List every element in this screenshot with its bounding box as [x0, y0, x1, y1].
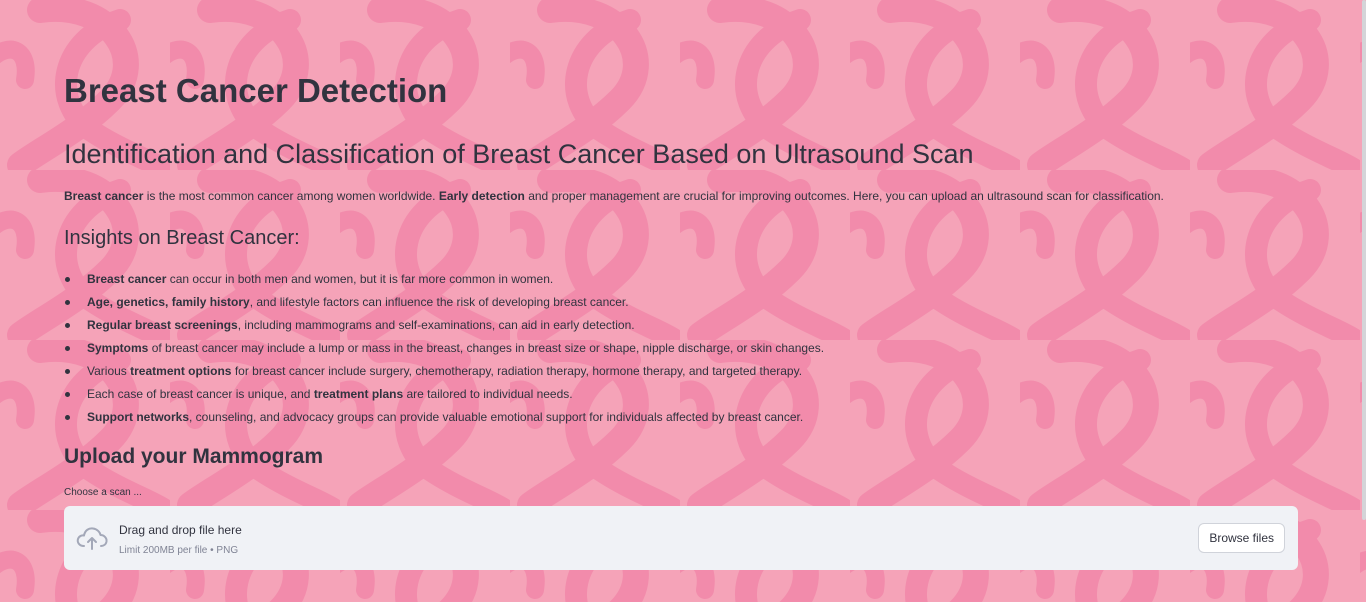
file-dropzone[interactable]: Drag and drop file here Limit 200MB per … [64, 506, 1298, 570]
cloud-upload-icon [76, 527, 108, 550]
insights-heading: Insights on Breast Cancer: [64, 227, 300, 249]
page-title: Breast Cancer Detection [64, 72, 448, 109]
browse-files-button[interactable]: Browse files [1198, 523, 1285, 553]
item-bold: treatment options [130, 364, 232, 378]
intro-text-1: is the most common cancer among women wo… [143, 189, 439, 203]
item-text: are tailored to individual needs. [403, 387, 573, 401]
item-text: , including mammograms and self-examinat… [237, 318, 635, 332]
upload-heading: Upload your Mammogram [64, 445, 324, 468]
list-item: Age, genetics, family history, and lifes… [64, 291, 824, 314]
list-item: Various treatment options for breast can… [64, 360, 824, 383]
dropzone-instructions: Drag and drop file here [119, 523, 242, 537]
intro-text-2: and proper management are crucial for im… [524, 189, 1164, 203]
page-scrollbar[interactable] [1362, 0, 1366, 520]
dropzone-file-limit: Limit 200MB per file • PNG [119, 545, 239, 556]
item-text: can occur in both men and women, but it … [166, 272, 554, 286]
item-prefix: Various [87, 364, 131, 378]
item-bold: Symptoms [87, 341, 149, 355]
insights-list: Breast cancer can occur in both men and … [64, 268, 824, 429]
item-bold: Breast cancer [87, 272, 167, 286]
list-item: Symptoms of breast cancer may include a … [64, 337, 824, 360]
item-text: for breast cancer include surgery, chemo… [231, 364, 803, 378]
list-item: Breast cancer can occur in both men and … [64, 268, 824, 291]
item-text: , counseling, and advocacy groups can pr… [189, 410, 804, 424]
item-bold: Age, genetics, family history [87, 295, 250, 309]
intro-paragraph: Breast cancer is the most common cancer … [64, 187, 1164, 205]
item-bold: Regular breast screenings [87, 318, 238, 332]
item-prefix: Each case of breast cancer is unique, an… [87, 387, 314, 401]
list-item: Regular breast screenings, including mam… [64, 314, 824, 337]
item-bold: treatment plans [313, 387, 404, 401]
list-item: Each case of breast cancer is unique, an… [64, 383, 824, 406]
item-text: of breast cancer may include a lump or m… [148, 341, 825, 355]
item-bold: Support networks [87, 410, 190, 424]
intro-bold-early-detection: Early detection [438, 189, 525, 203]
intro-bold-breast-cancer: Breast cancer [64, 189, 144, 203]
page-subtitle: Identification and Classification of Bre… [64, 139, 974, 169]
list-item: Support networks, counseling, and advoca… [64, 406, 824, 429]
item-text: , and lifestyle factors can influence th… [249, 295, 629, 309]
file-uploader-label: Choose a scan ... [64, 487, 142, 498]
